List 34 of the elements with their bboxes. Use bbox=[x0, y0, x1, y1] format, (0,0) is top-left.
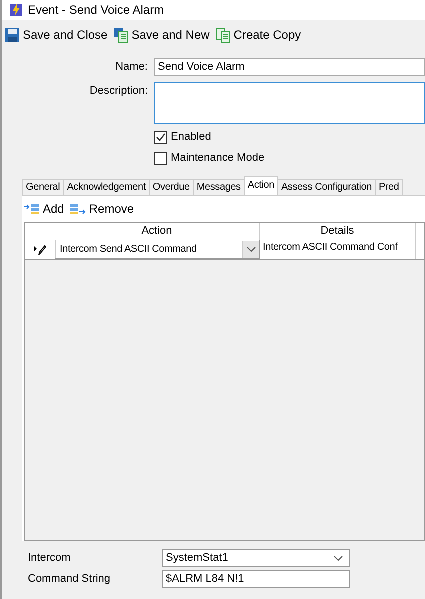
tab[interactable]: Action bbox=[244, 176, 278, 195]
field-label: Intercom bbox=[27, 552, 72, 564]
toolbar-button[interactable]: Remove bbox=[70, 202, 134, 216]
toolbar-button[interactable]: Save and New bbox=[114, 28, 210, 42]
lightning-icon bbox=[10, 4, 22, 16]
tab[interactable]: General bbox=[22, 179, 64, 195]
name-field[interactable]: Send Voice Alarm bbox=[154, 58, 425, 76]
toolbar-button[interactable]: Save and Close bbox=[5, 28, 108, 42]
window-title: Event - Send Voice Alarm bbox=[28, 3, 164, 17]
toolbar-button[interactable]: Create Copy bbox=[216, 28, 302, 42]
intercom-dropdown[interactable]: SystemStat1 bbox=[162, 549, 350, 567]
add-row-icon bbox=[24, 203, 40, 215]
copy-icon bbox=[216, 28, 231, 42]
tab[interactable]: Pred bbox=[374, 179, 404, 195]
field-label: Description: bbox=[88, 84, 149, 97]
tab[interactable]: Messages bbox=[192, 179, 245, 195]
checkbox-label: Enabled bbox=[171, 131, 212, 143]
checkbox[interactable] bbox=[154, 152, 167, 164]
chevron-down-icon bbox=[246, 246, 256, 252]
pencil-icon bbox=[34, 244, 46, 256]
tab[interactable]: Assess Configuration bbox=[277, 179, 376, 195]
document-icon bbox=[114, 28, 129, 42]
description-field[interactable] bbox=[154, 82, 425, 124]
checkbox[interactable] bbox=[154, 130, 167, 144]
chevron-down-icon bbox=[334, 556, 343, 560]
action-dropdown[interactable]: Intercom Send ASCII Command bbox=[55, 240, 260, 259]
checkbox-label: Maintenance Mode bbox=[171, 152, 265, 164]
tab[interactable]: Acknowledgement bbox=[63, 179, 150, 195]
field-label: Name: bbox=[114, 60, 149, 73]
remove-row-icon bbox=[70, 203, 86, 215]
table-cell: Intercom ASCII Command Conf bbox=[260, 240, 416, 259]
field-label: Command String bbox=[27, 573, 112, 585]
toolbar-button[interactable]: Add bbox=[24, 202, 64, 216]
command-field[interactable]: $ALRM L84 N!1 bbox=[162, 570, 350, 588]
